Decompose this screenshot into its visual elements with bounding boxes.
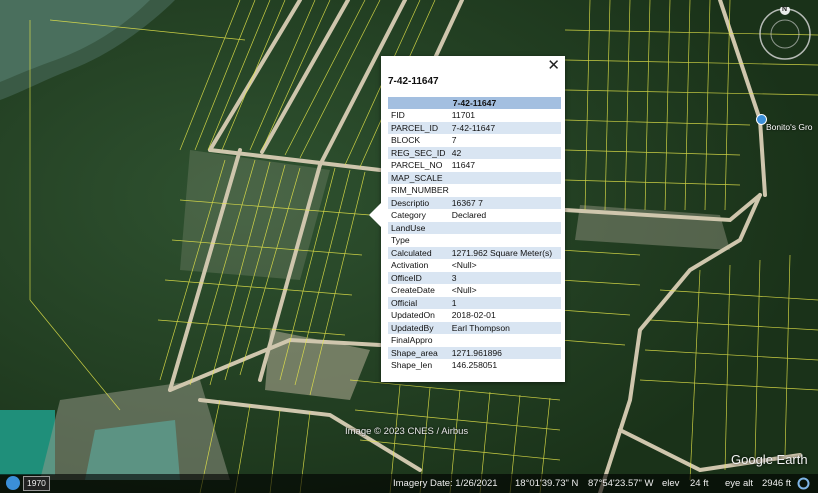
parcel-info-popup: ✕ 7-42-11647 7-42-11647 FID 11701 PARCEL_I…: [369, 56, 565, 382]
elevation-label: elev: [662, 478, 680, 489]
attribute-value: 7-42-11647: [448, 121, 561, 134]
status-bar: 1970 Imagery Date: 1/26/2021 18°01'39.73…: [0, 474, 818, 493]
attribute-row: REG_SEC_ID 42: [388, 146, 561, 159]
historical-year-box[interactable]: 1970: [23, 476, 50, 491]
popup-pointer: [369, 203, 381, 227]
compass-north-label: N: [782, 6, 788, 13]
eye-altitude-value: 2946 ft: [762, 478, 792, 489]
attribute-value: [448, 221, 561, 234]
attribute-key: FinalAppro: [391, 335, 433, 346]
google-earth-logo: Google Earth: [731, 452, 808, 467]
attribute-key: RIM_NUMBER: [391, 185, 449, 196]
attribute-row: Type: [388, 234, 561, 247]
attribute-row: FinalAppro: [388, 334, 561, 347]
attribute-value: 146.258051: [451, 360, 498, 371]
attribute-key: Shape_area: [388, 346, 449, 359]
attribute-row: Shape_area 1271.961896: [388, 346, 561, 359]
attribute-value: 1271.961896: [448, 346, 561, 359]
attribute-row: BLOCK 7: [388, 134, 561, 147]
attribute-key: BLOCK: [391, 135, 421, 146]
attribute-key: CreateDate: [391, 285, 435, 296]
attribute-value: <Null>: [451, 260, 477, 271]
attribute-row: MAP_SCALE: [388, 171, 561, 184]
attribute-row: Descriptio 16367 7: [388, 196, 561, 209]
attribute-key: Activation: [391, 260, 429, 271]
attribute-key: REG_SEC_ID: [388, 146, 449, 159]
attribute-value: Earl Thompson: [448, 321, 561, 334]
attribute-key: MAP_SCALE: [388, 171, 449, 184]
attribute-row: Shape_len 146.258051: [388, 359, 561, 372]
imagery-date: Imagery Date: 1/26/2021: [393, 478, 498, 489]
attribute-key: Category: [391, 210, 426, 221]
attribute-key: PARCEL_NO: [391, 160, 443, 171]
attribute-key: OfficeID: [388, 271, 449, 284]
attribute-row: PARCEL_ID 7-42-11647: [388, 121, 561, 134]
attribute-value: Declared: [451, 210, 487, 221]
historical-imagery-icon[interactable]: [6, 476, 20, 490]
attribute-row: CreateDate <Null>: [388, 284, 561, 297]
attribute-value: 11701: [451, 110, 476, 121]
streaming-indicator-icon: [797, 477, 810, 490]
attribute-value: 7: [451, 135, 457, 146]
attribute-value: [449, 184, 561, 197]
attribute-row: RIM_NUMBER: [388, 184, 561, 197]
attribute-row: Activation <Null>: [388, 259, 561, 272]
attribute-row: UpdatedOn 2018-02-01: [388, 309, 561, 322]
attribute-value: [449, 334, 561, 347]
attribute-value: 1271.962 Square Meter(s): [448, 246, 561, 259]
attribute-row: Official 1: [388, 296, 561, 309]
attribute-key: Shape_len: [391, 360, 433, 371]
close-icon[interactable]: ✕: [547, 58, 560, 73]
latitude-readout: 18°01'39.73" N: [515, 478, 579, 489]
attribute-key: FID: [391, 110, 405, 121]
attribute-row: Category Declared: [388, 209, 561, 222]
longitude-readout: 87°54'23.57" W: [588, 478, 654, 489]
elevation-value: 24 ft: [690, 478, 709, 489]
attribute-key: Official: [388, 296, 449, 309]
popup-title: 7-42-11647: [388, 76, 439, 87]
attribute-value: 3: [448, 271, 561, 284]
attribute-key: LandUse: [388, 221, 449, 234]
attribute-value: 42: [448, 146, 561, 159]
attribute-table-header: 7-42-11647: [388, 97, 561, 109]
attribute-key: UpdatedOn: [391, 310, 435, 321]
attribute-row: FID 11701: [388, 109, 561, 122]
attribute-value: [449, 234, 561, 247]
attribute-row: LandUse: [388, 221, 561, 234]
attribute-key: Calculated: [388, 246, 449, 259]
attribute-key: Descriptio: [388, 196, 449, 209]
navigation-compass[interactable]: [758, 7, 812, 61]
attribute-key: Type: [391, 235, 410, 246]
attribute-row: UpdatedBy Earl Thompson: [388, 321, 561, 334]
attribute-value: 11647: [451, 160, 476, 171]
attribute-row: OfficeID 3: [388, 271, 561, 284]
attribute-key: PARCEL_ID: [388, 121, 449, 134]
attribute-table: 7-42-11647 FID 11701 PARCEL_ID 7-42-11647 BL…: [388, 97, 561, 372]
attribute-value: <Null>: [451, 285, 477, 296]
attribute-key: UpdatedBy: [388, 321, 449, 334]
imagery-credit: Image © 2023 CNES / Airbus: [345, 426, 469, 437]
attribute-value: 1: [448, 296, 561, 309]
attribute-value: [448, 171, 561, 184]
attribute-value: 16367 7: [448, 196, 561, 209]
place-label[interactable]: Bonito's Gro: [766, 122, 813, 132]
eye-altitude-label: eye alt: [725, 478, 753, 489]
attribute-row: PARCEL_NO 11647: [388, 159, 561, 172]
attribute-value: 2018-02-01: [451, 310, 496, 321]
attribute-row: Calculated 1271.962 Square Meter(s): [388, 246, 561, 259]
